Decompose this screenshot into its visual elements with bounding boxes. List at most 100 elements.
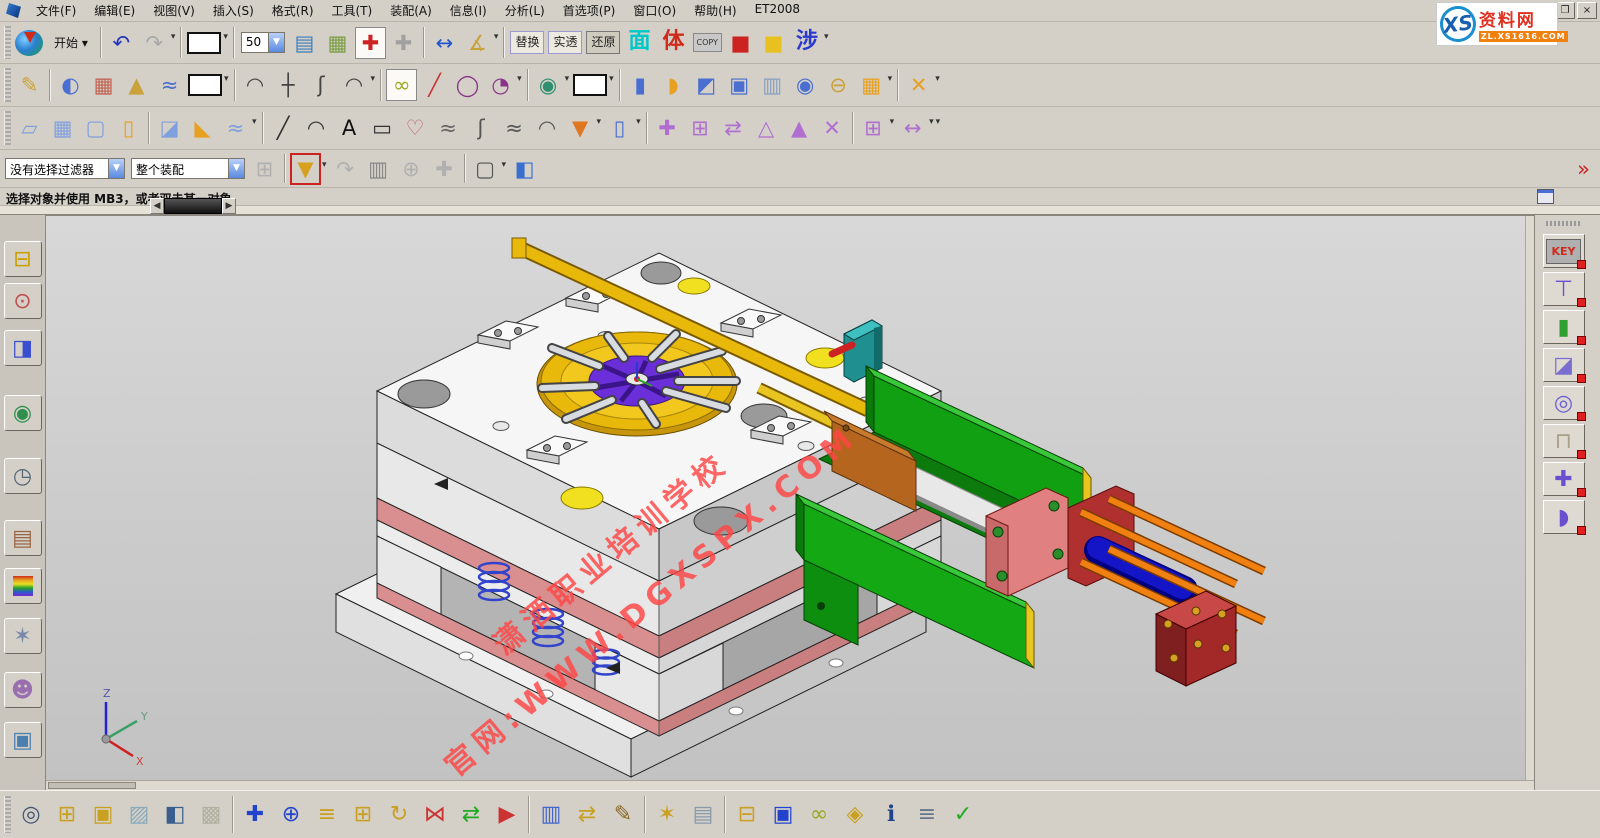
undo-icon[interactable]: ↶ (106, 27, 137, 59)
arrangements-icon[interactable]: ⊟ (730, 798, 764, 832)
visualization-icon[interactable] (4, 568, 42, 604)
trim-curve-icon[interactable]: ◠ (240, 69, 271, 101)
extrude-icon[interactable]: ◩ (691, 69, 722, 101)
menu-item-9[interactable]: 首选项(P) (554, 0, 625, 21)
relations-browser-icon[interactable]: ℹ (874, 798, 908, 832)
revolve-icon[interactable]: ◗ (658, 69, 689, 101)
find-component-icon[interactable]: ◎ (14, 798, 48, 832)
pane-scrollbar[interactable]: ◀ ▶ (150, 198, 236, 214)
bounded-plane-icon[interactable]: ▢ (80, 112, 111, 144)
extension-surface-icon[interactable]: ◣ (187, 112, 218, 144)
product-interface-icon[interactable]: ◈ (838, 798, 872, 832)
assembly-report-icon[interactable]: ≡ (910, 798, 944, 832)
point-constructor-icon[interactable]: ⊕ (396, 153, 427, 185)
face-select-button[interactable]: 面 (624, 29, 654, 55)
system-materials-icon[interactable]: ▤ (4, 520, 42, 556)
mirror-component-icon[interactable]: ▶ (490, 798, 524, 832)
unite-icon[interactable]: ▣ (724, 69, 755, 101)
replace-reference-set-icon[interactable]: ⇄ (570, 798, 604, 832)
delete-face-icon[interactable]: ✕ (903, 69, 934, 101)
graphics-viewport[interactable]: Z Y X 潇洒职业培训学校 官网:WWW.DGXSPX.COM (46, 215, 1534, 790)
elbow-library-icon[interactable]: ◗ (1543, 500, 1585, 534)
scroll-left-button[interactable]: ◀ (150, 198, 164, 214)
dropdown-arrow-icon[interactable]: ▾ (171, 22, 178, 63)
menu-item-0[interactable]: 文件(F) (27, 0, 85, 21)
project-curve-icon[interactable]: ▼ (565, 112, 596, 144)
spline-heart-icon[interactable]: ♡ (400, 112, 431, 144)
snap-point-filter-icon[interactable]: ▼ (290, 153, 321, 185)
start-menu-button[interactable]: 开始 ▾ (45, 29, 97, 56)
rectangle-curve-icon[interactable]: ▭ (367, 112, 398, 144)
menu-item-12[interactable]: ET2008 (746, 0, 809, 21)
dropdown-arrow-icon[interactable]: ▾ (565, 64, 572, 106)
join-curve-icon[interactable]: ʃ (306, 69, 337, 101)
studio-spline-icon[interactable]: ʃ (466, 112, 497, 144)
redo-icon[interactable]: ↷ (139, 27, 170, 59)
assembly-navigator-icon[interactable]: ⊟ (4, 241, 42, 277)
edit-arc-icon[interactable]: ◠ (339, 69, 370, 101)
arc-icon[interactable]: ◔ (485, 69, 516, 101)
check-clearance-icon[interactable]: ↔ (897, 112, 928, 144)
dropdown-arrow-icon[interactable]: ▾ (609, 64, 616, 106)
dropdown-arrow-icon[interactable]: ▾ (824, 22, 831, 63)
chain-select-icon[interactable]: ∞ (386, 69, 417, 101)
add-component-icon[interactable]: ✚ (238, 798, 272, 832)
create-component-array-icon[interactable]: ≡ (310, 798, 344, 832)
fitting-library-icon[interactable]: ✚ (1543, 462, 1585, 496)
component-preview-icon[interactable]: ▩ (194, 798, 228, 832)
fit-spline-icon[interactable]: ≈ (499, 112, 530, 144)
open-component-icon[interactable]: ⊞ (50, 798, 84, 832)
wave-geometry-linker-icon[interactable]: ✎ (606, 798, 640, 832)
dropdown-arrow-icon[interactable]: ▾ (890, 107, 897, 149)
plate-library-icon[interactable]: ◎ (1543, 386, 1585, 420)
remove-component-icon[interactable]: ✕ (817, 112, 848, 144)
line-curve-icon[interactable]: ╱ (268, 112, 299, 144)
selection-filter-combo[interactable]: 没有选择过滤器▼ (5, 158, 125, 179)
component-report-icon[interactable]: ⊞ (858, 112, 889, 144)
dropdown-arrow-icon[interactable]: ▾ (888, 64, 895, 106)
internet-browser-icon[interactable]: ◉ (4, 395, 42, 431)
rectangle-select-icon[interactable]: ▢ (470, 153, 501, 185)
curve-on-surface-icon[interactable]: ◠ (532, 112, 563, 144)
dropdown-arrow-icon[interactable]: ▾ (252, 107, 259, 149)
copy-component-icon[interactable]: ⊞ (685, 112, 716, 144)
subtract-icon[interactable]: ▥ (757, 69, 788, 101)
replace-component-icon[interactable]: ⇄ (718, 112, 749, 144)
resource-bar-handle[interactable] (1546, 221, 1580, 226)
menu-item-11[interactable]: 帮助(H) (685, 0, 745, 21)
show-yellow-body-icon[interactable]: ■ (758, 27, 789, 59)
datum-plane-swatch[interactable] (188, 74, 222, 96)
part-navigator-icon[interactable]: ◨ (4, 330, 42, 366)
render-tools-icon[interactable]: ✶ (4, 618, 42, 654)
sketch-icon[interactable]: ✎ (14, 69, 45, 101)
key-library-icon[interactable]: KEY (1543, 234, 1585, 268)
menu-item-3[interactable]: 插入(S) (204, 0, 263, 21)
menu-item-6[interactable]: 装配(A) (381, 0, 441, 21)
toolbar-handle[interactable] (4, 26, 11, 59)
offset-surface-icon[interactable]: ◪ (154, 112, 185, 144)
boss-icon[interactable]: ⊖ (823, 69, 854, 101)
interpart-link-icon[interactable]: ∞ (802, 798, 836, 832)
viewport-vscrollbar[interactable] (1525, 216, 1534, 790)
face-blend-icon[interactable]: ▯ (113, 112, 144, 144)
sketch-shapes-icon[interactable]: ◉ (533, 69, 564, 101)
snap-point-icon[interactable]: ✚ (429, 153, 460, 185)
layer-settings-icon[interactable]: ▤ (289, 27, 320, 59)
toolbar-handle[interactable] (4, 796, 11, 834)
object-display-swatch[interactable] (187, 32, 221, 54)
sleeve-library-icon[interactable]: ⊓ (1543, 424, 1585, 458)
work-layer-spinner[interactable]: 50▼ (241, 32, 285, 53)
toolbar-overflow-icon[interactable]: » (1568, 153, 1599, 185)
new-component-icon[interactable]: ⊕ (274, 798, 308, 832)
arc-curve-icon[interactable]: ◠ (301, 112, 332, 144)
dropdown-arrow-icon[interactable]: ▾ (636, 107, 643, 149)
explode-assembly-icon[interactable]: ✶ (650, 798, 684, 832)
swept-icon[interactable]: ≈ (154, 69, 185, 101)
show-product-outline-icon[interactable]: ▣ (86, 798, 120, 832)
scroll-right-button[interactable]: ▶ (222, 198, 236, 214)
maximize-view-icon[interactable] (1537, 189, 1554, 204)
polyline-icon[interactable]: ≈ (433, 112, 464, 144)
scroll-thumb[interactable] (164, 198, 222, 214)
thicken-icon[interactable]: ▲ (121, 69, 152, 101)
menu-item-4[interactable]: 格式(R) (263, 0, 323, 21)
